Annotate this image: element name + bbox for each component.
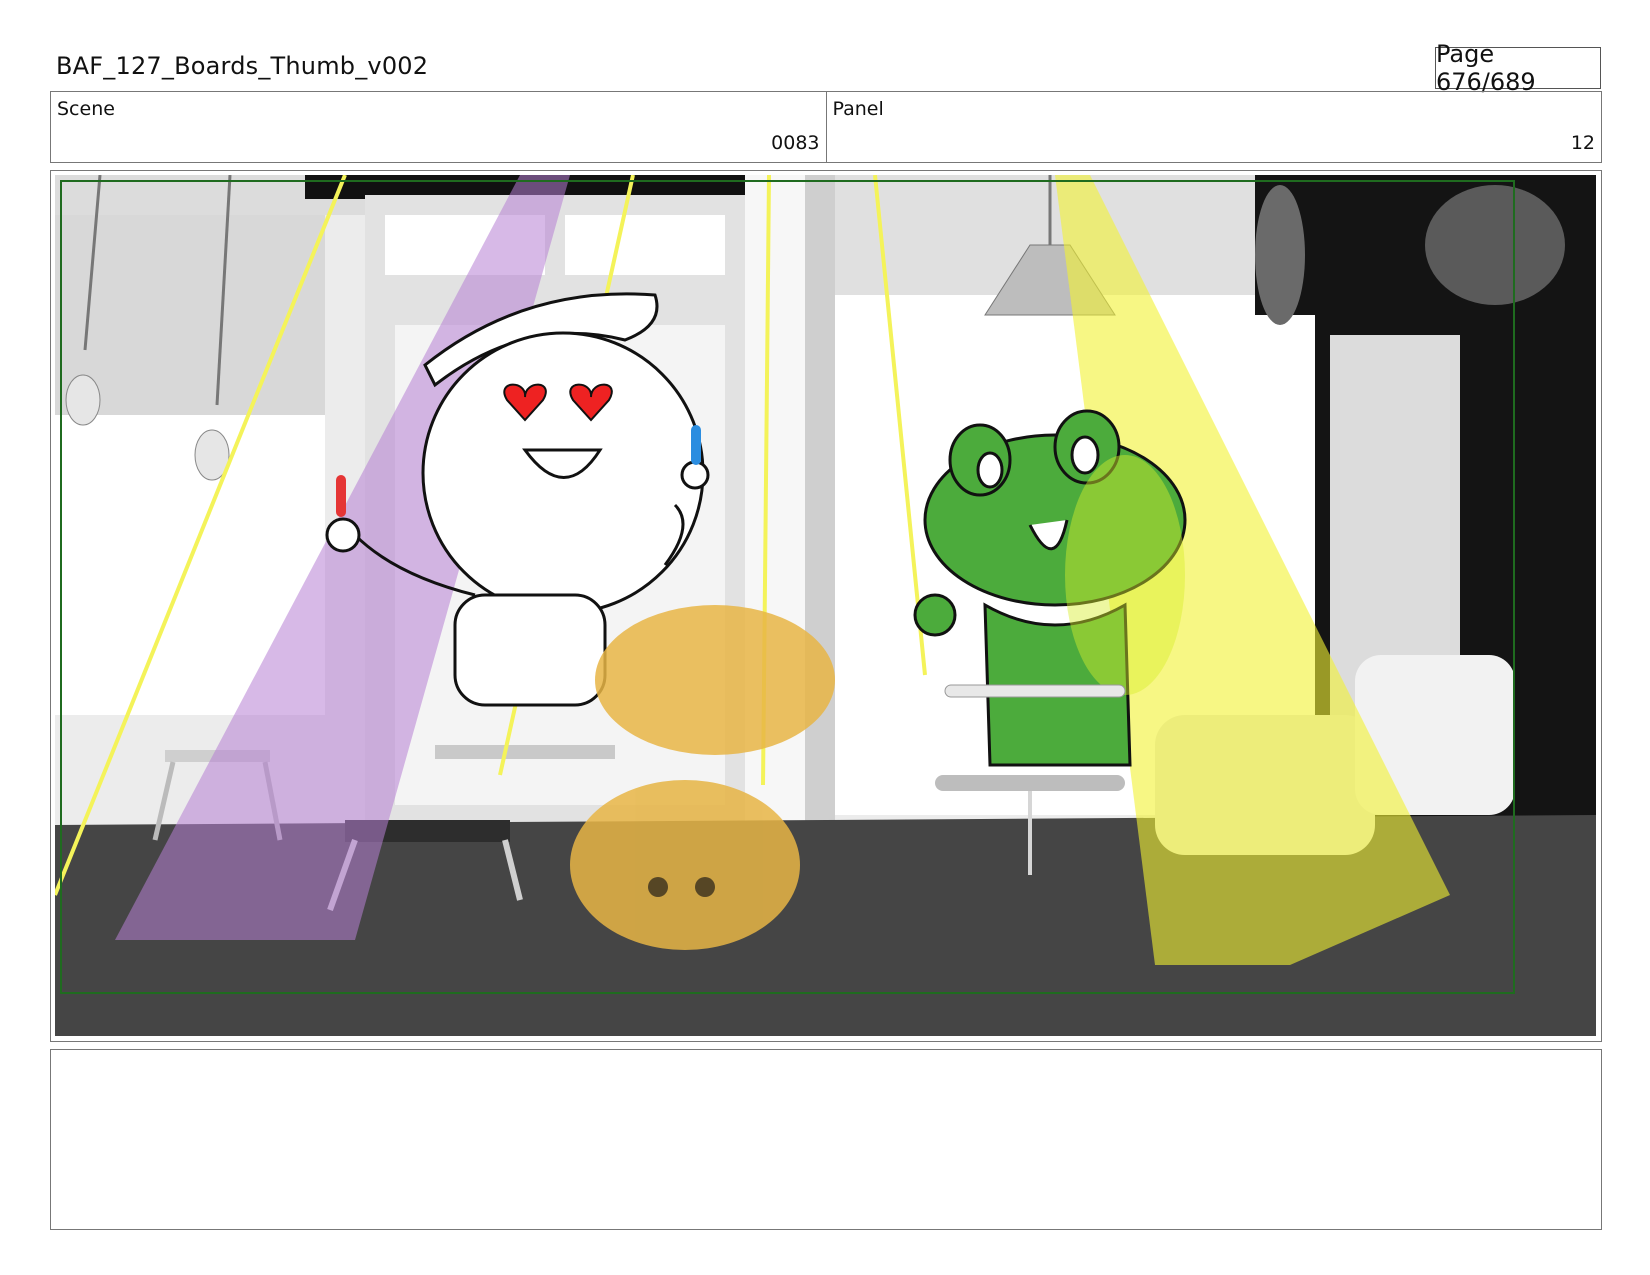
scene-label: Scene (57, 98, 115, 120)
scene-cell: Scene 0083 (51, 92, 826, 162)
table-left-top (435, 745, 615, 759)
orange-blur-bottom (570, 780, 800, 950)
orange-blur-top (595, 605, 835, 755)
orange-eye-right (695, 877, 715, 897)
panel-label: Panel (832, 98, 884, 120)
glowstick-blue (691, 425, 701, 465)
orange-eye-left (648, 877, 668, 897)
frog-light-overlay (1065, 455, 1185, 695)
panel-number: 12 (1570, 132, 1595, 154)
page-indicator: Page 676/689 (1435, 40, 1601, 96)
scene-panel-info: Scene 0083 Panel 12 (50, 91, 1602, 163)
frog-eye-right (1070, 435, 1100, 475)
transom-right (565, 215, 725, 275)
frog-fist (913, 593, 957, 637)
frog-eye-left (976, 451, 1004, 489)
scene-number: 0083 (771, 132, 820, 154)
railing-bar (944, 684, 1126, 698)
plant-right (1425, 185, 1565, 305)
character-body (453, 593, 607, 707)
panel-cell: Panel 12 (825, 92, 1602, 162)
panel-notes-box (50, 1049, 1602, 1230)
document-title: BAF_127_Boards_Thumb_v002 (56, 52, 429, 80)
character-right-fist (680, 460, 710, 490)
storyboard-panel-image (55, 175, 1596, 1036)
pillar-shadow (805, 175, 835, 835)
storyboard-panel-frame (50, 170, 1602, 1042)
glowstick-red (336, 475, 346, 517)
plant-hanging (1255, 185, 1305, 325)
table-right-top (935, 775, 1125, 791)
character-left-fist (325, 517, 361, 553)
bulb-left (65, 374, 101, 426)
